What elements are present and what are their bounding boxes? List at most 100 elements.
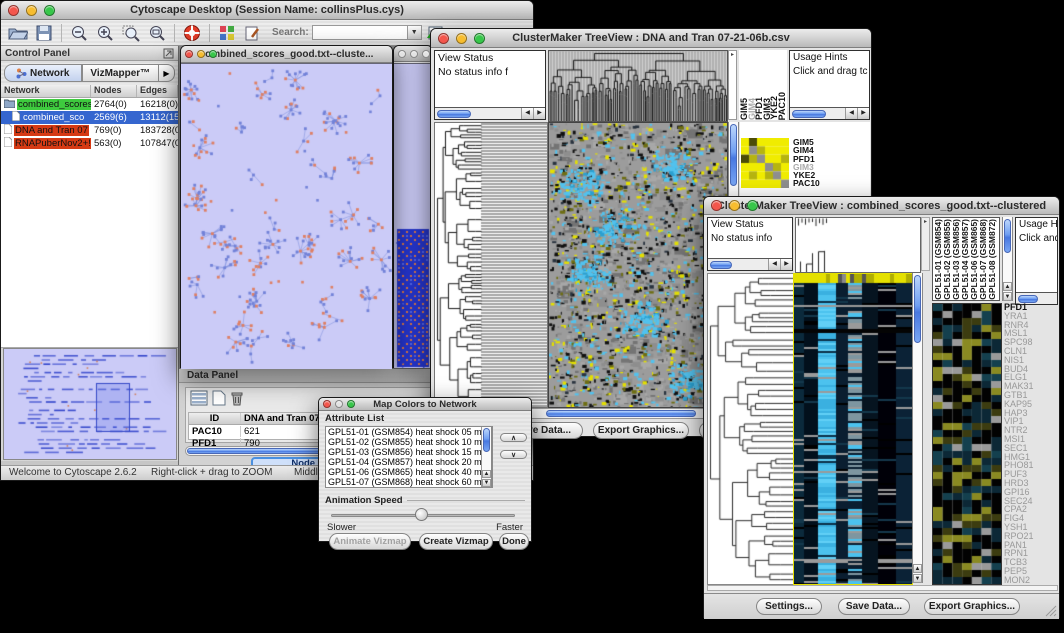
scroll-right-icon[interactable]: ▶: [533, 108, 545, 119]
network-canvas[interactable]: [181, 64, 392, 369]
splitter[interactable]: ▸: [921, 217, 930, 271]
labels-vscrollbar[interactable]: ▲ ▼: [1002, 217, 1013, 301]
close-icon[interactable]: [8, 5, 19, 16]
attribute-list-item[interactable]: GPL51-01 (GSM854) heat shock 05 min: [326, 427, 481, 437]
save-data-button[interactable]: Save Data...: [838, 598, 910, 615]
map-colors-dialog: Map Colors to Network Attribute List GPL…: [318, 397, 532, 542]
create-vizmap-button[interactable]: Create Vizmap: [419, 533, 493, 550]
scroll-right-icon[interactable]: ▶: [857, 108, 869, 119]
correlation-checkerboard-canvas[interactable]: [741, 138, 789, 188]
attribute-list-item[interactable]: GPL51-04 (GSM857) heat shock 20 min: [326, 457, 481, 467]
attribute-list-item[interactable]: GPL51-03 (GSM856) heat shock 15 min: [326, 447, 481, 457]
zoom-out-icon[interactable]: [67, 22, 91, 44]
settings-button[interactable]: Settings...: [756, 598, 822, 615]
select-attributes-icon[interactable]: [190, 390, 208, 411]
new-attribute-icon[interactable]: [212, 390, 226, 411]
save-icon[interactable]: [32, 22, 56, 44]
export-graphics-button[interactable]: Export Graphics...: [593, 422, 689, 439]
minimize-icon[interactable]: [197, 50, 205, 58]
scroll-up-icon[interactable]: ▲: [913, 564, 922, 573]
delete-attribute-icon[interactable]: [230, 390, 244, 411]
heatmap-canvas[interactable]: [548, 122, 728, 408]
zoom-window-icon[interactable]: [347, 400, 355, 408]
panel-hscrollbar[interactable]: ◀▶: [435, 107, 545, 119]
resize-grip[interactable]: [1044, 604, 1057, 617]
table-row[interactable]: RNAPuberNov2+! 563(0)107847(0): [1, 137, 178, 150]
tab-network[interactable]: Network: [4, 64, 82, 82]
scroll-down-icon[interactable]: ▼: [1003, 292, 1012, 301]
status-hint-zoom: Right-click + drag to ZOOM: [151, 467, 272, 478]
vizmapper-icon[interactable]: [215, 22, 239, 44]
usage-hints-label: Usage Hints: [790, 51, 869, 65]
move-up-button[interactable]: ∧: [500, 433, 527, 442]
export-graphics-button[interactable]: Export Graphics...: [924, 598, 1020, 615]
close-icon[interactable]: [438, 33, 449, 44]
search-input[interactable]: [312, 25, 408, 40]
zoom-selected-icon[interactable]: [119, 22, 143, 44]
annotation-icon[interactable]: [241, 22, 265, 44]
minimize-icon[interactable]: [335, 400, 343, 408]
minimize-icon[interactable]: [26, 5, 37, 16]
birdseye-view-canvas[interactable]: [3, 348, 177, 460]
zoom-window-icon[interactable]: [422, 50, 430, 58]
close-icon[interactable]: [398, 50, 406, 58]
scroll-left-icon[interactable]: ◀: [521, 108, 533, 119]
speed-slider-thumb[interactable]: [415, 508, 428, 521]
minimize-icon[interactable]: [456, 33, 467, 44]
panel-hscrollbar[interactable]: ◀▶: [708, 258, 792, 270]
scroll-right-icon[interactable]: ▶: [780, 259, 792, 270]
scroll-left-icon[interactable]: ◀: [845, 108, 857, 119]
zoom-in-icon[interactable]: [93, 22, 117, 44]
panel-hscrollbar[interactable]: ◀▶: [790, 107, 869, 119]
heatmap-vscrollbar[interactable]: ▲ ▼: [912, 273, 923, 583]
attribute-list-item[interactable]: GPL51-07 (GSM868) heat shock 60 min: [326, 477, 481, 487]
move-down-button[interactable]: ∨: [500, 450, 527, 459]
table-row[interactable]: combined_scores_ 2764(0)16218(0): [1, 98, 178, 111]
table-row-selected[interactable]: combined_sco 2569(6)13112(15): [1, 111, 178, 124]
scroll-down-icon[interactable]: ▼: [482, 479, 491, 487]
open-folder-icon[interactable]: [6, 22, 30, 44]
zoom-window-icon[interactable]: [209, 50, 217, 58]
scroll-down-icon[interactable]: ▼: [913, 574, 922, 583]
slower-label: Slower: [327, 522, 356, 533]
minimize-icon[interactable]: [410, 50, 418, 58]
main-titlebar[interactable]: Cytoscape Desktop (Session Name: collins…: [1, 1, 533, 20]
column-header[interactable]: ID: [189, 413, 241, 424]
attribute-list-label: Attribute List: [319, 411, 531, 424]
done-button[interactable]: Done: [499, 533, 529, 550]
animate-vizmap-button[interactable]: Animate Vizmap: [329, 533, 411, 550]
zoom-window-icon[interactable]: [747, 200, 758, 211]
attribute-list-item[interactable]: GPL51-06 (GSM865) heat shock 40 min: [326, 467, 481, 477]
animation-speed-label: Animation Speed: [325, 495, 403, 506]
close-icon[interactable]: [711, 200, 722, 211]
minimize-icon[interactable]: [729, 200, 740, 211]
zoom-window-icon[interactable]: [474, 33, 485, 44]
column-dendrogram-canvas[interactable]: [795, 217, 921, 273]
help-lifebuoy-icon[interactable]: [180, 22, 204, 44]
column-label: GPL51-08 (GSM872): [988, 219, 997, 300]
row-dendrogram-canvas[interactable]: [434, 122, 548, 408]
network-canvas-2[interactable]: [394, 64, 432, 368]
close-icon[interactable]: [185, 50, 193, 58]
attribute-list-item[interactable]: GPL51-02 (GSM855) heat shock 10 min: [326, 437, 481, 447]
gene-label[interactable]: MON2: [1004, 576, 1059, 583]
float-panel-icon[interactable]: [163, 48, 174, 59]
search-dropdown-icon[interactable]: ▼: [408, 25, 422, 40]
column-dendrogram-canvas[interactable]: [548, 50, 728, 122]
window-controls[interactable]: [1, 5, 55, 16]
list-vscrollbar[interactable]: ▲ ▼: [481, 427, 492, 487]
zoom-window-icon[interactable]: [44, 5, 55, 16]
row-dendrogram-canvas[interactable]: [707, 273, 794, 585]
tab-vizmapper[interactable]: VizMapper™: [82, 64, 160, 82]
view-status-panel: View Status No status info ◀▶: [707, 217, 793, 271]
heatmap-canvas[interactable]: [793, 273, 913, 585]
table-row[interactable]: DNA and Tran 07 769(0)183728(0): [1, 124, 178, 137]
scroll-up-icon[interactable]: ▲: [1003, 282, 1012, 291]
scroll-left-icon[interactable]: ◀: [768, 259, 780, 270]
splitter[interactable]: ▸: [728, 50, 737, 120]
close-icon[interactable]: [323, 400, 331, 408]
secondary-heatmap-canvas[interactable]: [932, 303, 1002, 585]
tab-overflow-icon[interactable]: ▶: [159, 64, 175, 82]
zoom-fit-icon[interactable]: [145, 22, 169, 44]
scroll-up-icon[interactable]: ▲: [482, 470, 491, 478]
